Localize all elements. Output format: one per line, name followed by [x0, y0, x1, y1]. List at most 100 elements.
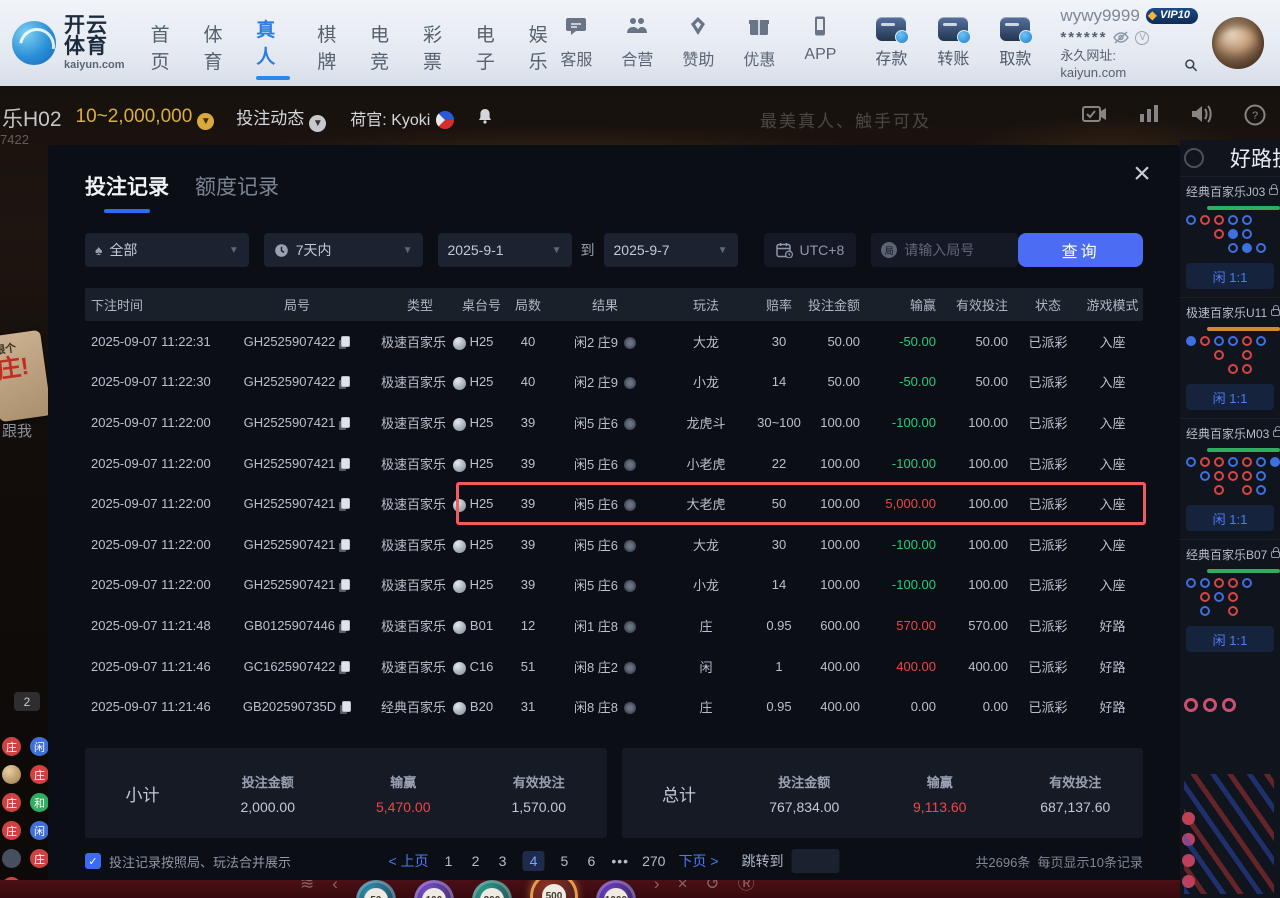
nav-item-cards[interactable]: 棋牌 [317, 12, 343, 74]
result-info-icon[interactable] [624, 702, 636, 714]
volume-icon[interactable] [1190, 104, 1214, 124]
quick-link-promo[interactable]: 优惠 [737, 16, 781, 70]
cell-win-loss: 400.00 [866, 659, 942, 674]
jump-page-input[interactable] [792, 849, 840, 873]
copy-icon[interactable] [341, 661, 350, 672]
username[interactable]: wywy9999 [1060, 5, 1139, 26]
merge-checkbox[interactable]: ✓ [85, 853, 101, 869]
nav-item-sports[interactable]: 体育 [203, 12, 229, 74]
table-row[interactable]: 2025-09-07 11:22:30GH2525907422极速百家乐H254… [85, 362, 1143, 403]
chip-100[interactable]: 100 [414, 880, 454, 898]
pagination: < 上页 123456 ••• 270 下页 > 跳转到 [388, 849, 839, 873]
cell: 已派彩 [1014, 494, 1082, 513]
copy-icon[interactable] [341, 620, 350, 631]
cell: 39 [504, 577, 552, 592]
result-info-icon[interactable] [624, 621, 636, 633]
bet-limit[interactable]: 10~2,000,000▼ [76, 106, 215, 130]
table-row[interactable]: 2025-09-07 11:22:00GH2525907421极速百家乐H253… [85, 402, 1143, 443]
chip-200[interactable]: 200 [472, 880, 512, 898]
table-row[interactable]: 2025-09-07 11:21:46GC1625907422极速百家乐C165… [85, 646, 1143, 687]
quick-link-partner[interactable]: 合营 [615, 16, 659, 70]
table-row[interactable]: 2025-09-07 11:22:00GH2525907421极速百家乐H253… [85, 524, 1143, 565]
quick-bet-button[interactable]: 闲 1:1 [1186, 263, 1274, 289]
quick-bet-button[interactable]: 闲 1:1 [1186, 384, 1274, 410]
result-info-icon[interactable] [624, 459, 636, 471]
copy-icon[interactable] [341, 458, 350, 469]
page-number-4[interactable]: 4 [523, 851, 545, 871]
nav-item-lottery[interactable]: 彩票 [423, 12, 449, 74]
road-card-1[interactable]: 极速百家乐U11闲 1:1 [1180, 297, 1280, 418]
copy-icon[interactable] [341, 336, 350, 347]
summary-column: 有效投注687,137.60 [1008, 772, 1144, 815]
avatar[interactable] [1212, 17, 1264, 69]
wallet-action-transfer[interactable]: 转账 [930, 17, 976, 69]
date-range-dropdown[interactable]: 7天内▼ [264, 233, 423, 267]
nav-item-live[interactable]: 真人 [256, 7, 290, 80]
nav-item-entertainment[interactable]: 娱乐 [529, 12, 555, 74]
table-row[interactable]: 2025-09-07 11:21:46GB202590735D经典百家乐B203… [85, 686, 1143, 727]
page-number-2[interactable]: 2 [469, 853, 483, 869]
page-number-3[interactable]: 3 [496, 853, 510, 869]
result-info-icon[interactable] [624, 662, 636, 674]
page-number-5[interactable]: 5 [557, 853, 571, 869]
v-circle-icon[interactable]: V [1135, 31, 1149, 45]
category-dropdown[interactable]: ♠ 全部▼ [85, 233, 249, 267]
video-check-icon[interactable] [1082, 104, 1108, 124]
nav-item-home[interactable]: 首页 [151, 12, 177, 74]
table-row[interactable]: 2025-09-07 11:22:00GH2525907421极速百家乐H253… [85, 565, 1143, 606]
table-row[interactable]: 2025-09-07 11:22:00GH2525907421极速百家乐H253… [85, 483, 1143, 524]
last-page-button[interactable]: 270 [642, 853, 665, 869]
quick-bet-button[interactable]: 闲 1:1 [1186, 626, 1274, 652]
quick-link-support[interactable]: 客服 [554, 16, 598, 70]
cell: 570.00 [942, 618, 1014, 633]
wallet-action-withdraw[interactable]: 取款 [992, 17, 1038, 69]
bet-trend-toggle[interactable]: 投注动态▼ [236, 104, 326, 132]
copy-icon[interactable] [341, 417, 350, 428]
page-number-6[interactable]: 6 [584, 853, 598, 869]
copy-icon[interactable] [341, 539, 350, 550]
result-info-icon[interactable] [624, 337, 636, 349]
cell: 已派彩 [1014, 332, 1082, 351]
game-number-input[interactable] [904, 242, 1004, 258]
help-icon[interactable]: ? [1244, 104, 1266, 126]
prev-page-button[interactable]: < 上页 [388, 851, 428, 871]
quick-link-app[interactable]: APP [798, 16, 842, 70]
result-info-icon[interactable] [624, 499, 636, 511]
eye-off-icon[interactable] [1113, 31, 1129, 44]
result-info-icon[interactable] [624, 377, 636, 389]
cell: 400.00 [942, 659, 1014, 674]
copy-icon[interactable] [342, 701, 351, 712]
copy-icon[interactable] [341, 376, 350, 387]
road-card-3[interactable]: 经典百家乐B07闲 1:1 [1180, 539, 1280, 660]
next-page-button[interactable]: 下页 > [678, 851, 718, 871]
tab-quota-records[interactable]: 额度记录 [195, 171, 279, 213]
close-icon[interactable]: × [1126, 159, 1158, 191]
chip-1000[interactable]: 1000 [596, 880, 636, 898]
table-row[interactable]: 2025-09-07 11:22:31GH2525907422极速百家乐H254… [85, 321, 1143, 362]
nav-item-slots[interactable]: 电子 [476, 12, 502, 74]
wallet-action-deposit[interactable]: 存款 [868, 17, 914, 69]
bell-icon[interactable] [476, 107, 494, 130]
chip-50[interactable]: 50 [356, 880, 396, 898]
copy-icon[interactable] [341, 579, 350, 590]
road-card-0[interactable]: 经典百家乐J03闲 1:1 [1180, 176, 1280, 297]
result-info-icon[interactable] [624, 580, 636, 592]
gear-icon[interactable] [1184, 148, 1204, 168]
quick-bet-button[interactable]: 闲 1:1 [1186, 505, 1274, 531]
logo[interactable]: 开云体育 kaiyun.com [12, 15, 127, 71]
page-number-1[interactable]: 1 [442, 853, 456, 869]
result-info-icon[interactable] [624, 418, 636, 430]
quick-link-sponsor[interactable]: 赞助 [676, 16, 720, 70]
road-card-2[interactable]: 经典百家乐M03闲 1:1 [1180, 418, 1280, 539]
date-to-dropdown[interactable]: 2025-9-7▼ [604, 233, 738, 267]
copy-icon[interactable] [341, 498, 350, 509]
tab-bet-records[interactable]: 投注记录 [85, 171, 169, 213]
nav-item-esports[interactable]: 电竞 [370, 12, 396, 74]
stats-icon[interactable] [1138, 104, 1160, 124]
table-row[interactable]: 2025-09-07 11:22:00GH2525907421极速百家乐H253… [85, 443, 1143, 484]
date-from-dropdown[interactable]: 2025-9-1▼ [438, 233, 572, 267]
search-button[interactable]: 查询 [1018, 233, 1143, 267]
search-icon[interactable] [1184, 58, 1198, 72]
table-row[interactable]: 2025-09-07 11:21:48GB0125907446极速百家乐B011… [85, 605, 1143, 646]
result-info-icon[interactable] [624, 540, 636, 552]
